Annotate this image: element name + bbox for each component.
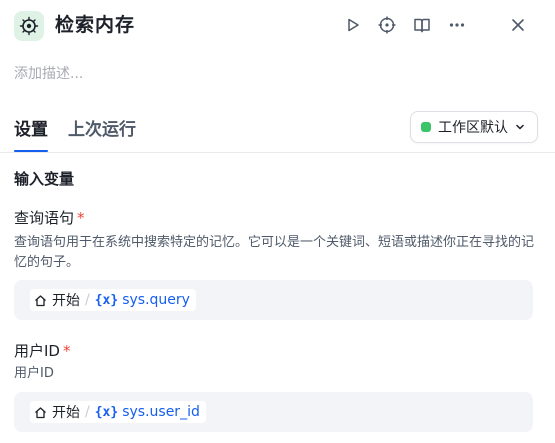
workspace-select-label: 工作区默认 xyxy=(438,120,508,136)
memory-node-icon xyxy=(14,11,44,41)
tab-bar: 设置 上次运行 工作区默认 xyxy=(0,108,555,153)
locate-button[interactable] xyxy=(376,14,398,36)
description-input[interactable]: 添加描述... xyxy=(14,64,83,84)
variable-chip: 开始 / {x} sys.query xyxy=(30,289,196,311)
tab-last-run[interactable]: 上次运行 xyxy=(68,118,136,142)
status-indicator xyxy=(421,122,431,132)
home-icon xyxy=(34,294,47,307)
field-label-user-id: 用户ID * xyxy=(14,340,70,362)
home-icon xyxy=(34,406,47,419)
required-mark: * xyxy=(77,209,85,227)
variable-source: 开始 xyxy=(52,405,80,421)
book-icon xyxy=(414,18,430,33)
field-label-text: 查询语句 xyxy=(14,209,75,227)
variable-name: sys.query xyxy=(122,292,190,308)
crosshair-icon xyxy=(378,16,396,34)
more-icon xyxy=(449,23,465,27)
more-button[interactable] xyxy=(446,14,468,36)
docs-button[interactable] xyxy=(411,14,433,36)
path-separator: / xyxy=(85,292,90,308)
field-label-query: 查询语句 * xyxy=(14,207,85,229)
variable-icon: {x} xyxy=(94,292,119,308)
tab-settings[interactable]: 设置 xyxy=(14,118,48,152)
variable-source: 开始 xyxy=(52,293,80,309)
workspace-select[interactable]: 工作区默认 xyxy=(410,111,538,143)
close-icon xyxy=(512,19,524,31)
play-icon xyxy=(348,18,359,32)
run-button[interactable] xyxy=(342,14,364,36)
field-help-user-id: 用户ID xyxy=(14,366,54,381)
variable-selector-user-id[interactable]: 开始 / {x} sys.user_id xyxy=(14,392,533,432)
field-help-query: 查询语句用于在系统中搜索特定的记忆。它可以是一个关键词、短语或描述你正在寻找的记… xyxy=(14,235,535,270)
variable-icon: {x} xyxy=(94,404,119,420)
close-button[interactable] xyxy=(507,14,529,36)
chevron-down-icon xyxy=(516,124,524,130)
variable-selector-query[interactable]: 开始 / {x} sys.query xyxy=(14,280,533,320)
required-mark: * xyxy=(62,342,71,360)
field-label-text: 用户ID xyxy=(14,342,60,360)
panel-header: 检索内存 xyxy=(0,0,555,52)
variable-chip: 开始 / {x} sys.user_id xyxy=(30,401,206,423)
page-title: 检索内存 xyxy=(55,14,136,36)
section-title: 输入变量 xyxy=(14,170,75,188)
variable-name: sys.user_id xyxy=(122,404,200,420)
path-separator: / xyxy=(85,404,90,420)
